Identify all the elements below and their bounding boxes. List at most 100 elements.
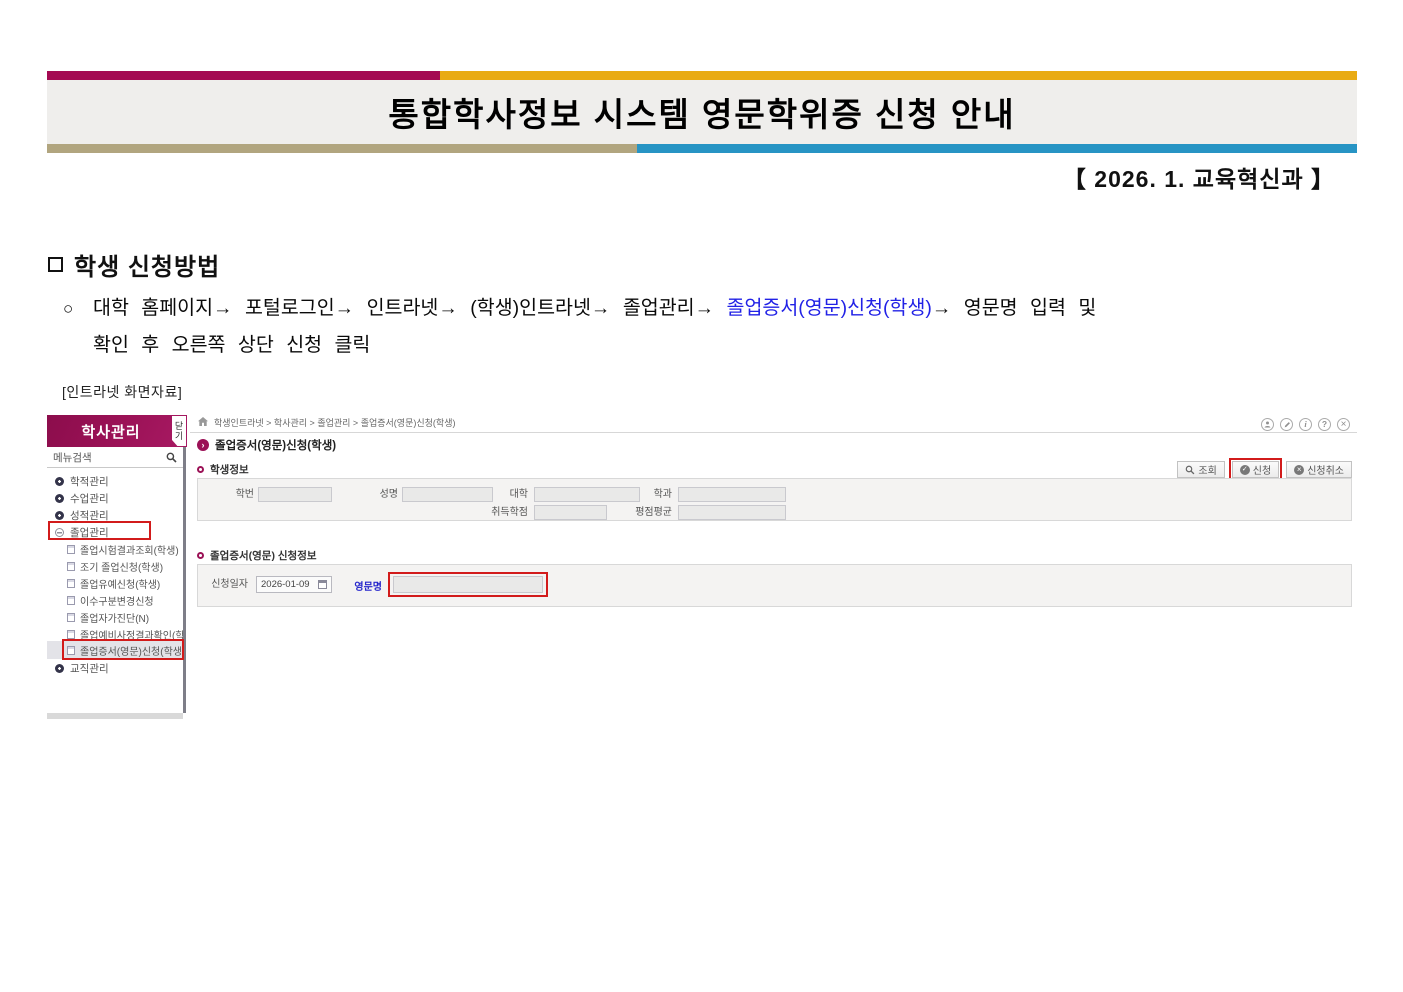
sidebar-title: 학사관리 <box>81 421 140 442</box>
apply-info-panel: 신청일자 2026-01-09 영문명 <box>197 564 1352 607</box>
student-info-panel: 학번 성명 대학 학과 취득학점 평점평균 <box>197 478 1352 521</box>
sidebar-header: 학사관리 닫기 <box>47 415 187 447</box>
sidebar-subitem-exam-result[interactable]: 졸업시험결과조회(학생) <box>47 541 183 558</box>
sidebar-scrollbar[interactable] <box>183 447 186 713</box>
sidebar-item-sueop[interactable]: 수업관리 <box>47 490 183 507</box>
gpa-field[interactable] <box>678 505 786 520</box>
sidebar-item-gyojik[interactable]: 교직관리 <box>47 660 183 677</box>
intranet-screenshot: 학사관리 닫기 메뉴검색 학적관리 수업관리 성적관리 <box>47 412 1357 730</box>
document-icon <box>67 613 75 622</box>
section-heading-text: 학생 신청방법 <box>74 247 220 282</box>
window-icons <box>1261 418 1350 431</box>
sidebar-subitem-self-check[interactable]: 졸업자가진단(N) <box>47 609 183 626</box>
sidebar-subitem-label: 졸업유예신청(학생) <box>80 576 160 591</box>
english-name-label: 영문명 <box>348 578 382 593</box>
banner-top-bar-magenta <box>47 71 440 80</box>
banner-title-area: 통합학사정보 시스템 영문학위증 신청 안내 <box>47 80 1357 144</box>
student-id-label: 학번 <box>204 487 254 502</box>
user-icon[interactable] <box>1261 418 1274 431</box>
menu-search-label: 메뉴검색 <box>53 450 92 465</box>
sidebar-subitem-label: 졸업자가진단(N) <box>80 610 149 625</box>
sidebar-bottom-strip <box>47 713 183 719</box>
sidebar-item-label: 수업관리 <box>70 491 109 506</box>
document-title: 통합학사정보 시스템 영문학위증 신청 안내 <box>388 88 1015 136</box>
apply-info-heading: 졸업증서(영문) 신청정보 <box>210 548 317 563</box>
section-heading: 학생 신청방법 <box>48 247 220 282</box>
sidebar-subitem-early-grad[interactable]: 조기 졸업신청(학생) <box>47 558 183 575</box>
apply-date-label: 신청일자 <box>210 577 248 592</box>
sidebar-subitem-course-change[interactable]: 이수구분변경신청 <box>47 592 183 609</box>
banner-bottom-bar <box>47 144 1357 153</box>
search-icon <box>166 452 177 463</box>
menu-bullet-icon <box>55 511 64 520</box>
department-field[interactable] <box>678 487 786 502</box>
student-name-label: 성명 <box>348 487 398 502</box>
apply-date-value: 2026-01-09 <box>261 579 310 590</box>
ring-bullet-icon <box>197 466 204 473</box>
sidebar-close-tab[interactable]: 닫기 <box>172 416 186 446</box>
student-info-heading-row: 학생정보 <box>197 462 249 477</box>
sidebar-subitem-label: 졸업시험결과조회(학생) <box>80 542 179 557</box>
info-icon[interactable] <box>1299 418 1312 431</box>
steps-text-suffix: → 영문명 입력 및 <box>932 297 1096 319</box>
menu-bullet-icon <box>55 494 64 503</box>
menu-bullet-icon <box>55 477 64 486</box>
menu-search-input[interactable]: 메뉴검색 <box>47 447 183 468</box>
sidebar: 학사관리 닫기 메뉴검색 학적관리 수업관리 성적관리 <box>47 415 187 721</box>
annotation-box-english-name <box>388 572 548 597</box>
document-icon <box>67 545 75 554</box>
document-icon <box>67 596 75 605</box>
circle-bullet-icon <box>63 290 93 327</box>
search-icon <box>1185 465 1195 475</box>
edit-icon[interactable] <box>1280 418 1293 431</box>
sidebar-subitem-grad-defer[interactable]: 졸업유예신청(학생) <box>47 575 183 592</box>
date-department-line: 【 2026. 1. 교육혁신과 】 <box>47 160 1357 194</box>
college-label: 대학 <box>478 487 528 502</box>
gpa-label: 평점평균 <box>608 505 672 520</box>
document-icon <box>67 630 75 639</box>
page-title-row: 졸업증서(영문)신청(학생) <box>197 437 336 453</box>
cancel-apply-button[interactable]: 신청취소 <box>1286 461 1352 478</box>
steps-text-prefix: 대학 홈페이지→ 포털로그인→ 인트라넷→ (학생)인트라넷→ 졸업관리→ <box>93 297 727 319</box>
square-bullet-icon <box>48 257 63 272</box>
sidebar-subitem-label: 조기 졸업신청(학생) <box>80 559 163 574</box>
sidebar-subitem-label: 이수구분변경신청 <box>80 593 154 608</box>
menu-bullet-icon <box>55 664 64 673</box>
credits-field[interactable] <box>534 505 607 520</box>
document-icon <box>67 562 75 571</box>
ring-bullet-icon <box>197 552 204 559</box>
page-title: 졸업증서(영문)신청(학생) <box>215 437 336 453</box>
guide-steps: 대학 홈페이지→ 포털로그인→ 인트라넷→ (학생)인트라넷→ 졸업관리→ 졸업… <box>63 290 1355 364</box>
sidebar-item-label: 교직관리 <box>70 661 109 676</box>
screenshot-caption: [인트라넷 화면자료] <box>62 382 182 402</box>
calendar-icon[interactable] <box>318 580 327 589</box>
steps-text-line2: 확인 후 오른쪽 상단 신청 클릭 <box>93 334 370 356</box>
title-banner: 통합학사정보 시스템 영문학위증 신청 안내 <box>47 71 1357 153</box>
chevron-circle-icon <box>197 439 209 451</box>
banner-top-bar <box>47 71 1357 80</box>
student-id-field[interactable] <box>258 487 332 502</box>
breadcrumb-bar: 학생인트라넷 > 학사관리 > 졸업관리 > 졸업증서(영문)신청(학생) <box>190 412 1357 433</box>
apply-info-heading-row: 졸업증서(영문) 신청정보 <box>197 548 317 563</box>
search-button-label: 조회 <box>1198 462 1216 477</box>
credits-label: 취득학점 <box>464 505 528 520</box>
check-circle-icon <box>1240 465 1250 475</box>
breadcrumb: 학생인트라넷 > 학사관리 > 졸업관리 > 졸업증서(영문)신청(학생) <box>214 416 455 429</box>
annotation-box-jolup-menu <box>48 521 151 540</box>
search-button[interactable]: 조회 <box>1177 461 1224 478</box>
help-icon[interactable] <box>1318 418 1331 431</box>
banner-bottom-bar-blue <box>637 144 1357 153</box>
sidebar-item-hakjeok[interactable]: 학적관리 <box>47 473 183 490</box>
close-icon[interactable] <box>1337 418 1350 431</box>
cancel-button-label: 신청취소 <box>1307 462 1344 477</box>
department-label: 학과 <box>622 487 672 502</box>
apply-date-field[interactable]: 2026-01-09 <box>256 576 332 593</box>
home-icon <box>198 417 208 427</box>
document-icon <box>67 579 75 588</box>
x-circle-icon <box>1294 465 1304 475</box>
student-info-heading: 학생정보 <box>210 462 249 477</box>
menu-path-link[interactable]: 졸업증서(영문)신청(학생) <box>727 297 932 319</box>
apply-button[interactable]: 신청 <box>1232 461 1279 478</box>
sidebar-item-label: 학적관리 <box>70 474 109 489</box>
notice-page: 통합학사정보 시스템 영문학위증 신청 안내 【 2026. 1. 교육혁신과 … <box>0 0 1403 992</box>
